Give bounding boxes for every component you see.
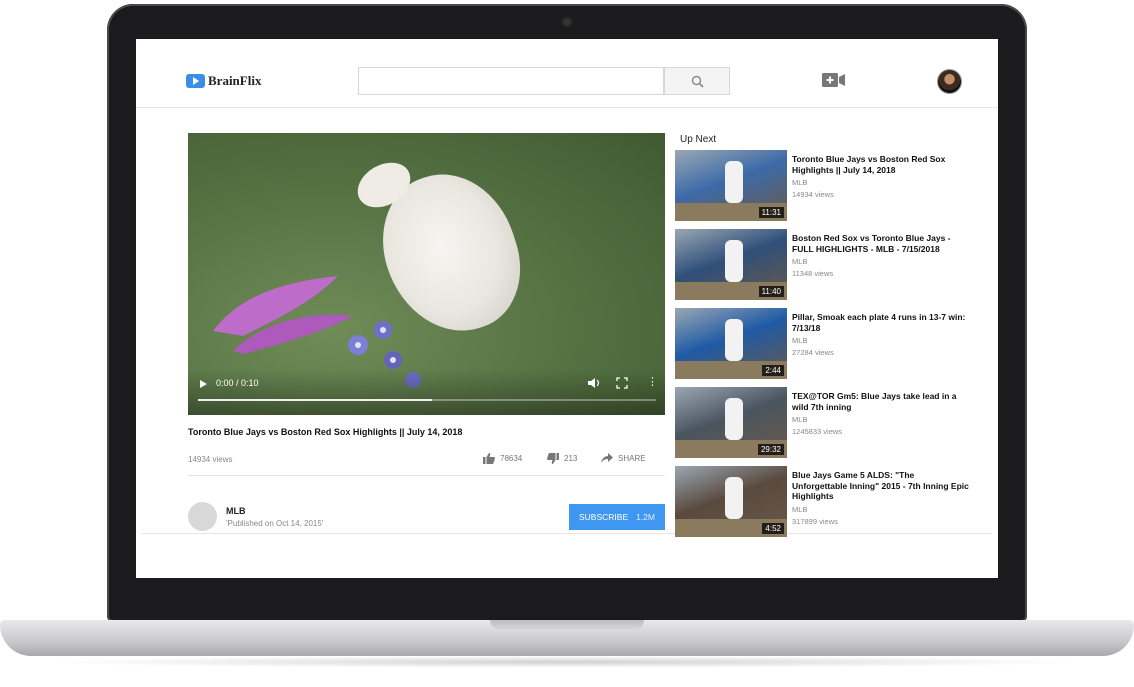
- share-button[interactable]: SHARE: [601, 453, 646, 463]
- up-next-title[interactable]: Toronto Blue Jays vs Boston Red Sox High…: [792, 154, 970, 175]
- up-next-channel: MLB: [792, 415, 808, 424]
- up-next-item[interactable]: 11:40 Boston Red Sox vs Toronto Blue Jays…: [675, 229, 975, 301]
- butterfly-figure: [213, 276, 353, 354]
- published-date: 'Published on Oct 14, 2015': [226, 519, 324, 528]
- up-next-channel: MLB: [792, 505, 808, 514]
- up-next-views: 11348 views: [792, 269, 834, 278]
- up-next-item[interactable]: 2:44 Pillar, Smoak each plate 4 runs in 1…: [675, 308, 975, 380]
- like-button[interactable]: 78634: [483, 453, 522, 464]
- logo[interactable]: BrainFlix: [186, 73, 261, 89]
- progress-track[interactable]: [198, 399, 656, 401]
- logo-text: BrainFlix: [208, 73, 262, 88]
- laptop-frame: BrainFlix 0:00 / 0:10 ⋮ Toronto Blue Jay…: [0, 0, 1134, 687]
- up-next-heading: Up Next: [680, 134, 717, 145]
- subscribe-label: SUBSCRIBE: [579, 512, 629, 522]
- player-figure: [725, 397, 744, 440]
- play-logo-icon: [186, 74, 205, 88]
- player-figure: [725, 239, 744, 282]
- divider: [188, 475, 665, 476]
- thumbs-down-icon: [547, 453, 559, 464]
- search-button[interactable]: [664, 67, 730, 95]
- up-next-views: 317899 views: [792, 517, 838, 526]
- player-controls: 0:00 / 0:10 ⋮: [188, 369, 665, 415]
- up-next-channel: MLB: [792, 336, 808, 345]
- search-input[interactable]: [358, 67, 664, 95]
- player-figure: [725, 476, 744, 519]
- player-figure: [725, 318, 744, 361]
- webcam: [563, 18, 571, 26]
- header: BrainFlix: [136, 39, 998, 108]
- up-next-channel: MLB: [792, 257, 808, 266]
- laptop-notch: [490, 620, 644, 630]
- laptop-shadow: [40, 656, 1094, 668]
- up-next-item[interactable]: 29:32 TEX@TOR Gm5: Blue Jays take lead in…: [675, 387, 975, 459]
- up-next-item[interactable]: 4:52 Blue Jays Game 5 ALDS: "The Unforget…: [675, 466, 975, 538]
- up-next-views: 14934 views: [792, 190, 834, 199]
- video-views: 14934 views: [188, 455, 233, 464]
- screen: BrainFlix 0:00 / 0:10 ⋮ Toronto Blue Jay…: [136, 39, 998, 578]
- subscribe-button[interactable]: SUBSCRIBE 1.2M: [569, 504, 665, 530]
- dislike-count: 213: [564, 454, 578, 463]
- video-camera-plus-icon[interactable]: [822, 72, 846, 88]
- duration-badge: 2:44: [762, 365, 784, 376]
- video-thumbnail[interactable]: 11:40: [675, 229, 787, 300]
- channel-name[interactable]: MLB: [226, 506, 246, 516]
- duration-badge: 4:52: [762, 523, 784, 534]
- video-title: Toronto Blue Jays vs Boston Red Sox High…: [188, 427, 463, 437]
- like-count: 78634: [500, 454, 523, 463]
- video-player[interactable]: 0:00 / 0:10 ⋮: [188, 133, 665, 415]
- progress-fill: [198, 399, 432, 401]
- user-avatar[interactable]: [937, 69, 962, 94]
- time-display: 0:00 / 0:10: [216, 378, 259, 388]
- fullscreen-icon[interactable]: [616, 377, 628, 389]
- channel-avatar[interactable]: [188, 502, 217, 531]
- share-arrow-icon: [601, 453, 613, 463]
- search-icon: [691, 75, 704, 88]
- dislike-button[interactable]: 213: [547, 453, 577, 464]
- duration-badge: 29:32: [757, 444, 784, 455]
- duration-badge: 11:31: [758, 207, 784, 218]
- player-figure: [725, 160, 744, 203]
- up-next-item[interactable]: 11:31 Toronto Blue Jays vs Boston Red Sox…: [675, 150, 975, 222]
- video-thumbnail[interactable]: 11:31: [675, 150, 787, 221]
- up-next-title[interactable]: Blue Jays Game 5 ALDS: "The Unforgettabl…: [792, 470, 970, 502]
- up-next-views: 1245833 views: [792, 427, 843, 436]
- subscriber-count: 1.2M: [636, 512, 655, 522]
- play-icon[interactable]: [200, 380, 207, 388]
- up-next-title[interactable]: Boston Red Sox vs Toronto Blue Jays - FU…: [792, 233, 970, 254]
- video-thumbnail[interactable]: 2:44: [675, 308, 787, 379]
- video-thumbnail[interactable]: 29:32: [675, 387, 787, 458]
- thumbs-up-icon: [483, 453, 495, 464]
- volume-icon[interactable]: [588, 377, 602, 389]
- share-label: SHARE: [618, 453, 646, 463]
- duration-badge: 11:40: [758, 286, 784, 297]
- video-thumbnail[interactable]: 4:52: [675, 466, 787, 537]
- up-next-title[interactable]: Pillar, Smoak each plate 4 runs in 13-7 …: [792, 312, 970, 333]
- up-next-title[interactable]: TEX@TOR Gm5: Blue Jays take lead in a wi…: [792, 391, 970, 412]
- more-options-icon[interactable]: ⋮: [647, 377, 658, 388]
- up-next-channel: MLB: [792, 178, 808, 187]
- up-next-views: 27284 views: [792, 348, 834, 357]
